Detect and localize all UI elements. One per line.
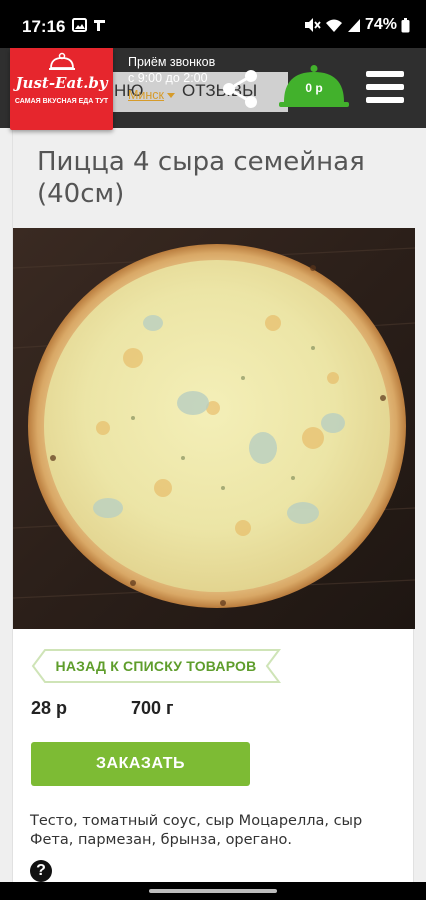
pizza-illustration [13,228,415,629]
logo-title: Just-Eat.by [15,74,108,92]
menu-bar [366,84,404,90]
call-hours-line1: Приём звонков [128,55,216,69]
cart-total: 0 р [305,81,323,95]
cloche-icon [49,52,75,70]
chevron-down-icon [167,93,176,99]
title-section: Пицца 4 сыра семейная (40см) [13,128,415,228]
logo[interactable]: Just-Eat.by САМАЯ ВКУСНАЯ ЕДА ТУТ [10,48,113,130]
cell-signal-icon [347,18,360,32]
logo-subtitle: САМАЯ ВКУСНАЯ ЕДА ТУТ [14,98,109,105]
product-image [13,228,415,629]
order-button[interactable]: ЗАКАЗАТЬ [31,742,250,786]
product-description: Тесто, томатный соус, сыр Моцарелла, сыр… [30,813,363,848]
home-gesture-handle[interactable] [149,889,277,893]
cart-button[interactable]: 0 р [278,64,350,110]
city-selector[interactable]: Минск [128,87,176,103]
city-name: Минск [128,88,165,102]
mute-icon [304,18,321,32]
product-card: Пицца 4 сыра семейная (40см) НАЗАД К СПИ… [12,128,415,882]
status-bar: 17:16 74% [0,0,426,48]
status-time: 17:16 [22,17,66,36]
back-to-list-label: НАЗАД К СПИСКУ ТОВАРОВ [55,658,257,674]
call-hours-line2: с 9:00 до 2:00 [128,71,208,85]
image-icon [72,18,87,32]
back-to-list-button[interactable]: НАЗАД К СПИСКУ ТОВАРОВ [31,648,281,684]
product-title: Пицца 4 сыра семейная (40см) [37,147,365,209]
hamburger-menu-button[interactable] [366,71,404,105]
product-price: 28 р [31,698,68,718]
menu-bar [366,71,404,77]
battery-percent: 74% [364,16,397,33]
battery-icon [401,17,410,32]
signal-app-icon [94,20,105,31]
help-icon[interactable]: ? [30,860,52,882]
system-nav-bar [0,882,426,900]
share-icon[interactable] [219,68,261,110]
wifi-icon [325,19,342,32]
menu-bar [366,97,404,103]
product-weight: 700 г [131,698,174,718]
call-hours: Приём звонков с 9:00 до 2:00 Минск [128,54,215,103]
